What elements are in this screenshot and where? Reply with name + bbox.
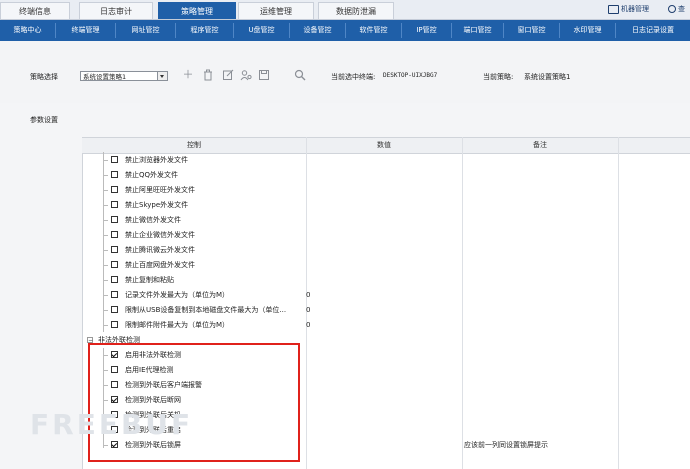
search-link[interactable]: 查 bbox=[668, 3, 685, 16]
params-table-header: 控制 数值 备注 bbox=[82, 137, 690, 154]
machine-management-link[interactable]: 机器管理 bbox=[608, 3, 649, 16]
row-value[interactable]: 0 bbox=[306, 288, 310, 303]
row-value[interactable]: 0 bbox=[306, 303, 310, 318]
row-label: 限制邮件附件最大为（单位为M） bbox=[125, 321, 230, 329]
subtab-watermark[interactable]: 水印管理 bbox=[560, 23, 616, 38]
subtab-policy-center[interactable]: 策略中心 bbox=[0, 23, 56, 38]
checkbox[interactable] bbox=[111, 186, 118, 193]
watermark-logo: FREEBUF bbox=[30, 408, 194, 441]
checkbox[interactable] bbox=[111, 291, 118, 298]
checkbox[interactable] bbox=[111, 246, 118, 253]
table-row: 禁止Skype外发文件 bbox=[82, 198, 690, 213]
table-row: 禁止阿里旺旺外发文件 bbox=[82, 183, 690, 198]
save-icon[interactable] bbox=[258, 69, 270, 81]
subtab-window-control[interactable]: 窗口管控 bbox=[504, 23, 560, 38]
checkbox[interactable] bbox=[111, 321, 118, 328]
tab-dlp[interactable]: 数据防泄漏 bbox=[318, 2, 394, 19]
table-row: 记录文件外发最大为（单位为M） 0 bbox=[82, 288, 690, 303]
table-row: 禁止QQ外发文件 bbox=[82, 168, 690, 183]
checkbox[interactable] bbox=[111, 156, 118, 163]
current-policy-label: 当前策略: bbox=[483, 73, 514, 81]
params-title: 参数设置 bbox=[30, 116, 58, 124]
trash-icon[interactable] bbox=[202, 69, 214, 81]
column-header-note: 备注 bbox=[533, 141, 547, 149]
row-label: 禁止企业微信外发文件 bbox=[125, 231, 195, 239]
subtab-log-settings[interactable]: 日志记录设置 bbox=[616, 23, 690, 38]
subtab-terminal[interactable]: 终端管理 bbox=[56, 23, 116, 38]
row-label: 禁止浏览器外发文件 bbox=[125, 156, 188, 164]
subtab-device-control[interactable]: 设备管控 bbox=[290, 23, 346, 38]
subtab-url-control[interactable]: 网址管控 bbox=[116, 23, 176, 38]
current-policy-value: 系统设置策略1 bbox=[524, 73, 571, 81]
row-label: 禁止Skype外发文件 bbox=[125, 201, 189, 209]
user-settings-icon[interactable] bbox=[240, 69, 252, 81]
add-icon[interactable]: ＋ bbox=[182, 69, 194, 81]
sub-nav: 策略中心 终端管理 网址管控 程序管控 U盘管控 设备管控 软件管控 IP管控 … bbox=[0, 20, 690, 41]
highlight-box bbox=[88, 343, 300, 462]
row-label: 禁止复制和粘贴 bbox=[125, 276, 174, 284]
table-row: 禁止腾讯微云外发文件 bbox=[82, 243, 690, 258]
checkbox[interactable] bbox=[111, 171, 118, 178]
row-label: 记录文件外发最大为（单位为M） bbox=[125, 291, 230, 299]
table-row: 禁止百度网盘外发文件 bbox=[82, 258, 690, 273]
monitor-icon bbox=[608, 4, 619, 14]
subtab-usb-control[interactable]: U盘管控 bbox=[234, 23, 290, 38]
current-terminal-label: 当前选中终端: bbox=[331, 73, 376, 81]
subtab-program-control[interactable]: 程序管控 bbox=[176, 23, 234, 38]
policy-select-label: 策略选择 bbox=[30, 73, 58, 81]
row-label: 禁止阿里旺旺外发文件 bbox=[125, 186, 195, 194]
table-row: 限制邮件附件最大为（单位为M） 0 bbox=[82, 318, 690, 333]
row-value[interactable]: 0 bbox=[306, 318, 310, 333]
tab-ops-management[interactable]: 运维管理 bbox=[238, 2, 314, 19]
search-icon[interactable] bbox=[294, 69, 306, 81]
chevron-down-icon[interactable] bbox=[157, 72, 167, 80]
table-row: 禁止复制和粘贴 bbox=[82, 273, 690, 288]
tab-log-audit[interactable]: 日志审计 bbox=[79, 2, 153, 19]
search-icon bbox=[668, 5, 676, 13]
column-header-value: 数值 bbox=[377, 141, 391, 149]
table-row: 禁止微信外发文件 bbox=[82, 213, 690, 228]
row-label: 禁止腾讯微云外发文件 bbox=[125, 246, 195, 254]
tab-terminal-info[interactable]: 终端信息 bbox=[0, 2, 70, 19]
row-label: 禁止微信外发文件 bbox=[125, 216, 181, 224]
checkbox[interactable] bbox=[111, 231, 118, 238]
table-row: 禁止浏览器外发文件 bbox=[82, 153, 690, 168]
policy-select[interactable]: 系统设置策略1 bbox=[80, 71, 168, 81]
subtab-ip-control[interactable]: IP管控 bbox=[402, 23, 452, 38]
current-terminal-value: DESKTOP-UIXJBG7 bbox=[383, 72, 438, 79]
checkbox[interactable] bbox=[111, 216, 118, 223]
subtab-software-control[interactable]: 软件管控 bbox=[346, 23, 402, 38]
checkbox[interactable] bbox=[111, 201, 118, 208]
row-note: 应该前一列同设置锁屏提示 bbox=[464, 441, 548, 449]
top-tab-bar: 终端信息 日志审计 策略管理 运维管理 数据防泄漏 机器管理 查 bbox=[0, 0, 690, 20]
checkbox[interactable] bbox=[111, 306, 118, 313]
tab-policy-management[interactable]: 策略管理 bbox=[158, 2, 236, 19]
row-label: 禁止百度网盘外发文件 bbox=[125, 261, 195, 269]
checkbox[interactable] bbox=[111, 261, 118, 268]
row-label: 限制从USB设备复制到本地磁盘文件最大为（单位... bbox=[125, 306, 287, 314]
checkbox[interactable] bbox=[111, 276, 118, 283]
subtab-port-control[interactable]: 端口管控 bbox=[452, 23, 504, 38]
table-row: 限制从USB设备复制到本地磁盘文件最大为（单位... 0 bbox=[82, 303, 690, 318]
table-row: 禁止企业微信外发文件 bbox=[82, 228, 690, 243]
row-label: 禁止QQ外发文件 bbox=[125, 171, 179, 179]
edit-icon[interactable] bbox=[222, 69, 234, 81]
column-header-control: 控制 bbox=[187, 141, 201, 149]
